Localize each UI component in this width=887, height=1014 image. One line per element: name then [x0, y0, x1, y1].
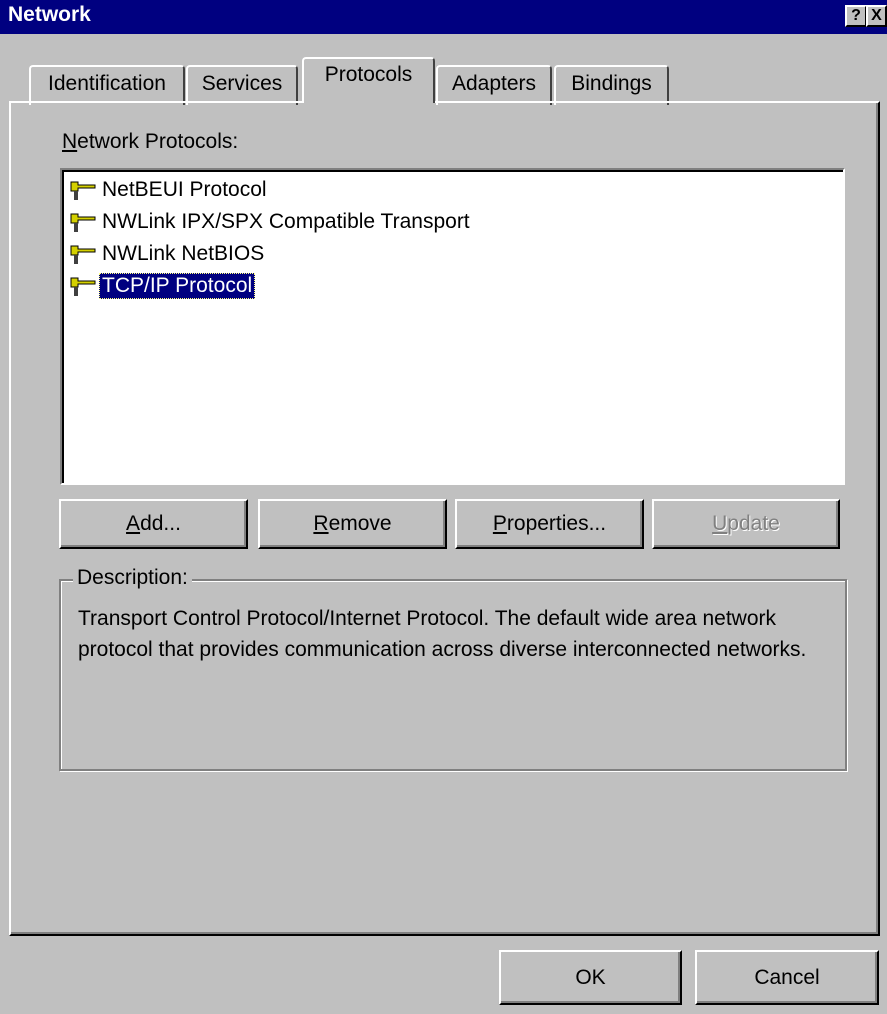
- tab-bindings[interactable]: Bindings: [554, 65, 669, 105]
- network-protocol-icon: [70, 213, 96, 232]
- network-protocol-icon: [70, 245, 96, 264]
- tab-protocols[interactable]: Protocols: [302, 57, 435, 103]
- tab-label: Protocols: [324, 63, 413, 86]
- network-protocol-icon: [70, 181, 96, 200]
- tab-label: Services: [201, 72, 283, 95]
- add-button[interactable]: Add...: [59, 499, 248, 549]
- protocols-list[interactable]: NetBEUI Protocol NWLink IPX/SPX Compatib…: [60, 168, 845, 485]
- tab-label: Identification: [48, 72, 166, 95]
- close-icon: X: [871, 7, 882, 24]
- tab-services[interactable]: Services: [186, 65, 298, 105]
- cancel-button[interactable]: Cancel: [695, 950, 879, 1005]
- title-bar: Network ? X: [0, 0, 887, 34]
- network-protocol-icon: [70, 277, 96, 296]
- network-protocols-label: Network Protocols:: [62, 130, 239, 153]
- remove-button[interactable]: Remove: [258, 499, 447, 549]
- description-text: Transport Control Protocol/Internet Prot…: [78, 607, 807, 661]
- description-label: Description:: [73, 566, 192, 590]
- tab-adapters[interactable]: Adapters: [436, 65, 552, 105]
- help-icon: ?: [851, 7, 861, 24]
- close-button[interactable]: X: [866, 5, 887, 27]
- help-button[interactable]: ?: [845, 5, 867, 27]
- tab-identification[interactable]: Identification: [29, 65, 185, 105]
- properties-button[interactable]: Properties...: [455, 499, 644, 549]
- ok-button[interactable]: OK: [499, 950, 682, 1005]
- update-button: Update: [652, 499, 840, 549]
- tab-label: Bindings: [571, 72, 652, 95]
- window-title: Network: [8, 3, 91, 26]
- tab-label: Adapters: [451, 72, 537, 95]
